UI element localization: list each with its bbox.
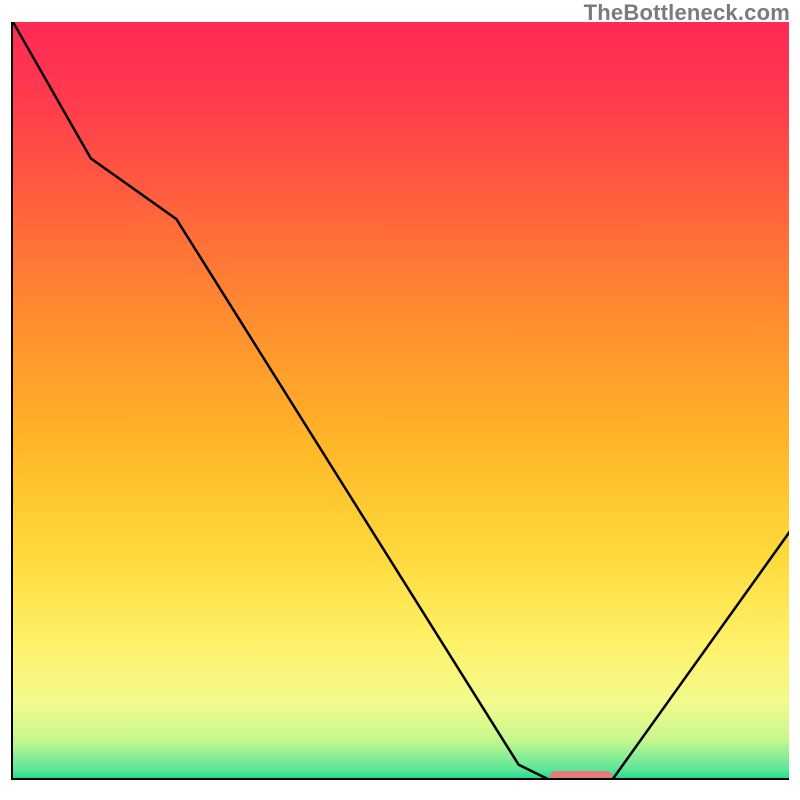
bottleneck-curve-line xyxy=(13,22,789,780)
plot-area xyxy=(11,22,789,780)
optimal-range-marker xyxy=(550,771,612,780)
chart-frame xyxy=(11,22,789,800)
